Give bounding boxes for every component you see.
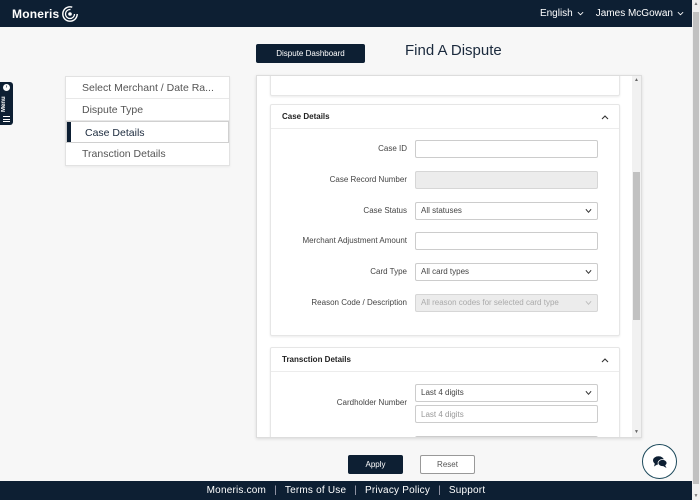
footer-separator: | (274, 485, 277, 496)
user-name: James McGowan (595, 8, 673, 19)
case-id-input[interactable] (415, 140, 598, 158)
reason-code-value: All reason codes for selected card type (421, 298, 559, 307)
chevron-down-icon (577, 11, 584, 16)
case-details-title: Case Details (282, 112, 330, 121)
user-dropdown[interactable]: James McGowan (596, 8, 684, 19)
panel-scrollbar-thumb[interactable] (633, 172, 640, 320)
merchant-adjustment-input[interactable] (415, 232, 598, 250)
cardholder-number-label: Cardholder Number (336, 398, 407, 407)
reset-button[interactable]: Reset (420, 455, 475, 474)
dispute-dashboard-button[interactable]: Dispute Dashboard (256, 44, 365, 63)
filter-panel: Case Details Case ID Case Record Number … (256, 75, 642, 438)
case-record-number-label: Case Record Number (329, 175, 407, 184)
case-status-value: All statuses (421, 206, 462, 215)
chevron-down-icon (585, 390, 592, 396)
case-status-label: Case Status (363, 206, 407, 215)
nav-item-case-details[interactable]: Case Details (66, 121, 229, 143)
chevron-down-icon (585, 208, 592, 214)
moneris-swirl-icon (62, 6, 79, 22)
scroll-down-arrow-icon[interactable]: ▼ (692, 492, 700, 500)
chevron-down-icon (585, 300, 592, 305)
chevron-down-icon (585, 269, 592, 275)
page-scrollbar[interactable]: ▲ ▼ (692, 0, 700, 500)
menu-label: Menu (1, 96, 7, 112)
hamburger-icon (3, 116, 10, 122)
chat-bubbles-icon (652, 455, 667, 468)
top-bar: Moneris English James McGowan (0, 0, 692, 27)
scroll-up-arrow-icon[interactable]: ▲ (632, 76, 641, 85)
collapse-caret-icon[interactable] (601, 114, 609, 120)
case-id-row: Case ID (271, 140, 621, 159)
panel-scrollbar[interactable]: ▲ ▼ (632, 76, 641, 437)
apply-button[interactable]: Apply (348, 455, 403, 474)
case-record-number-input (415, 171, 598, 189)
case-record-number-row: Case Record Number (271, 171, 621, 190)
language-label: English (539, 8, 573, 19)
card-type-row: Card Type All card types (271, 263, 621, 282)
page-scrollbar-thumb[interactable] (693, 12, 699, 484)
cardholder-number-input[interactable] (415, 405, 598, 423)
transaction-details-title: Transction Details (282, 355, 351, 364)
footer: Moneris.com | Terms of Use | Privacy Pol… (0, 481, 692, 500)
case-id-label: Case ID (378, 144, 407, 153)
nav-item-select-merchant[interactable]: Select Merchant / Date Ra... (66, 77, 229, 99)
scroll-up-arrow-icon[interactable]: ▲ (692, 0, 700, 8)
reason-code-select: All reason codes for selected card type (415, 294, 598, 312)
case-status-select[interactable]: All statuses (415, 202, 598, 220)
nav-item-dispute-type[interactable]: Dispute Type (66, 99, 229, 121)
card-type-select[interactable]: All card types (415, 263, 598, 281)
chevron-down-icon (677, 11, 684, 16)
footer-link-privacy[interactable]: Privacy Policy (365, 485, 430, 496)
footer-link-terms[interactable]: Terms of Use (285, 485, 346, 496)
chat-button[interactable] (642, 444, 677, 479)
menu-toggle-icon: › (3, 84, 10, 91)
cardholder-number-select[interactable]: Last 4 digits (415, 384, 598, 402)
language-dropdown[interactable]: English (540, 8, 584, 19)
transaction-details-header[interactable]: Transction Details (271, 348, 619, 372)
page-title: Find A Dispute (405, 42, 502, 59)
footer-separator: | (354, 485, 358, 496)
case-status-row: Case Status All statuses (271, 202, 621, 221)
footer-link-support[interactable]: Support (449, 485, 485, 496)
card-type-label: Card Type (370, 267, 407, 276)
reason-code-row: Reason Code / Description All reason cod… (271, 294, 621, 313)
collapse-caret-icon[interactable] (601, 357, 609, 363)
cardholder-number-row: Cardholder Number Last 4 digits (271, 384, 621, 424)
next-field-input[interactable] (415, 436, 598, 437)
scroll-down-arrow-icon[interactable]: ▼ (632, 428, 641, 437)
section-nav: Select Merchant / Date Ra... Dispute Typ… (65, 76, 230, 166)
footer-link-moneris[interactable]: Moneris.com (207, 485, 266, 496)
moneris-logo[interactable]: Moneris (12, 5, 79, 23)
merchant-adjustment-label: Merchant Adjustment Amount (302, 236, 408, 245)
nav-item-transaction-details[interactable]: Transction Details (66, 143, 229, 165)
case-details-card: Case Details Case ID Case Record Number … (270, 104, 620, 336)
side-menu-tab[interactable]: › Menu (0, 82, 13, 125)
cardholder-number-select-value: Last 4 digits (421, 388, 464, 397)
reason-code-label: Reason Code / Description (311, 298, 407, 307)
previous-section-card (270, 76, 620, 96)
card-type-value: All card types (421, 267, 470, 276)
transaction-details-card: Transction Details Cardholder Number Las… (270, 347, 621, 437)
case-details-header[interactable]: Case Details (271, 105, 619, 129)
footer-separator: | (438, 485, 441, 496)
merchant-adjustment-row: Merchant Adjustment Amount (271, 232, 621, 251)
brand-name: Moneris (12, 7, 60, 21)
